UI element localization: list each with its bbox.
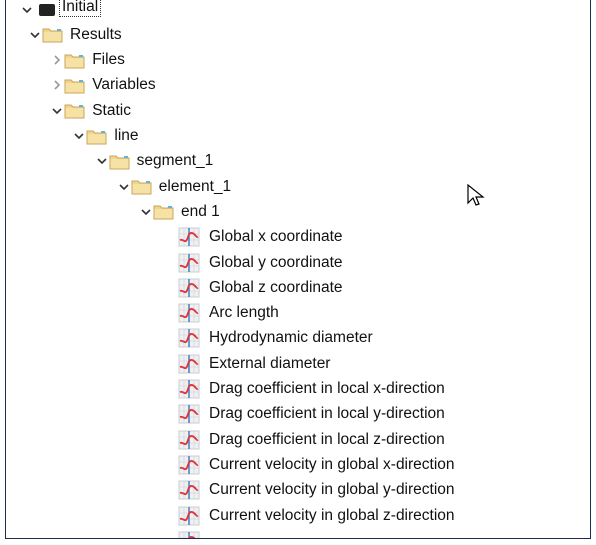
tree-variable-item[interactable]: Current velocity in global y-direction (178, 478, 455, 503)
variable-chart-icon (178, 404, 200, 424)
tree-label: Current velocity in global y-direction (209, 481, 455, 499)
tree-label: Variables (92, 76, 156, 94)
tree-label: External diameter (209, 354, 331, 372)
tree-label: Global y coordinate (209, 253, 343, 271)
tree-folder-line[interactable]: line (72, 124, 139, 149)
tree-variable-item[interactable]: Current velocity in global x-direction (178, 452, 455, 477)
chevron-down-icon[interactable] (72, 129, 86, 143)
tree-label: end 1 (181, 202, 220, 220)
folder-icon (153, 205, 174, 220)
tree-folder-element_1[interactable]: element_1 (117, 174, 231, 199)
tree-label: segment_1 (136, 152, 214, 170)
variable-chart-icon (178, 506, 200, 525)
folder-icon (131, 180, 152, 195)
tree-variable-item[interactable]: Global x coordinate (178, 225, 343, 250)
tree-variable-item[interactable]: Global z coordinate (178, 275, 343, 300)
tree-folder-end-1[interactable]: end 1 (139, 199, 220, 224)
tree-label: Results (70, 25, 122, 43)
tree-variable-item[interactable]: Drag coefficient in local x-direction (178, 377, 445, 402)
tree-label: Files (92, 51, 125, 69)
folder-icon (64, 79, 85, 94)
chevron-down-icon[interactable] (28, 28, 42, 42)
variable-chart-icon (178, 531, 200, 538)
tree-label: Current velocity in global z-direction (209, 506, 455, 524)
tree-label: Initial (58, 0, 102, 17)
tree-label: Global z coordinate (209, 278, 343, 296)
tree-variable-item[interactable]: Arc length (178, 301, 279, 326)
variable-chart-icon (178, 480, 200, 500)
variable-chart-icon (178, 227, 200, 247)
tree-label: Global x coordinate (209, 228, 343, 246)
chevron-down-icon[interactable] (20, 4, 34, 18)
tree-variable-item[interactable]: Drag coefficient in local z-direction (178, 427, 445, 452)
chevron-down-icon[interactable] (139, 205, 153, 219)
tree-folder-segment_1[interactable]: segment_1 (95, 149, 214, 174)
mouse-cursor-icon (467, 183, 485, 206)
variable-chart-icon (178, 328, 200, 348)
tree-variable-item[interactable]: Hydrodynamic diameter (178, 326, 373, 351)
folder-icon (86, 130, 107, 144)
tree-label: Arc length (209, 304, 279, 322)
chevron-right-icon[interactable] (50, 53, 64, 67)
tree-label: Drag coefficient in local x-direction (209, 380, 445, 397)
folder-icon (64, 54, 85, 69)
chevron-down-icon[interactable] (117, 180, 131, 194)
folder-icon (109, 155, 130, 170)
tree-folder-results[interactable]: Results (28, 22, 122, 47)
tree-label: element_1 (158, 177, 232, 195)
tree-variable-item[interactable]: Drag coefficient in local y-direction (178, 402, 445, 427)
tree-label: Drag coefficient in local y-direction (209, 405, 445, 423)
results-tree: Initial Results Files Variables Static line s… (5, 0, 591, 539)
folder-icon (64, 104, 85, 119)
variable-chart-icon (178, 455, 200, 475)
tree-folder-static[interactable]: Static (50, 98, 131, 123)
variable-chart-icon (178, 303, 200, 323)
chevron-down-icon[interactable] (50, 104, 64, 118)
tree-label: Static (92, 101, 131, 119)
folder-icon (42, 28, 63, 43)
variable-chart-icon (178, 253, 200, 272)
tree-folder-variables[interactable]: Variables (50, 73, 156, 98)
tree-variable-item[interactable]: Global y coordinate (178, 250, 343, 275)
tree-variable-item[interactable]: External diameter (178, 351, 330, 376)
variable-chart-icon (178, 354, 200, 374)
case-icon (39, 3, 55, 16)
tree-variable-item[interactable] (178, 528, 209, 538)
tree-label: Current velocity in global x-direction (209, 455, 455, 473)
variable-chart-icon (178, 278, 200, 298)
chevron-right-icon[interactable] (50, 78, 64, 92)
tree-folder-files[interactable]: Files (50, 48, 125, 73)
tree-label: Drag coefficient in local z-direction (209, 430, 445, 448)
tree-variable-item[interactable]: Current velocity in global z-direction (178, 503, 455, 528)
tree-label: line (114, 127, 139, 144)
variable-chart-icon (178, 430, 200, 450)
tree-label: Hydrodynamic diameter (209, 329, 373, 347)
variable-chart-icon (178, 379, 200, 399)
chevron-down-icon[interactable] (95, 154, 109, 168)
tree-root-initial[interactable]: Initial (20, 0, 102, 23)
